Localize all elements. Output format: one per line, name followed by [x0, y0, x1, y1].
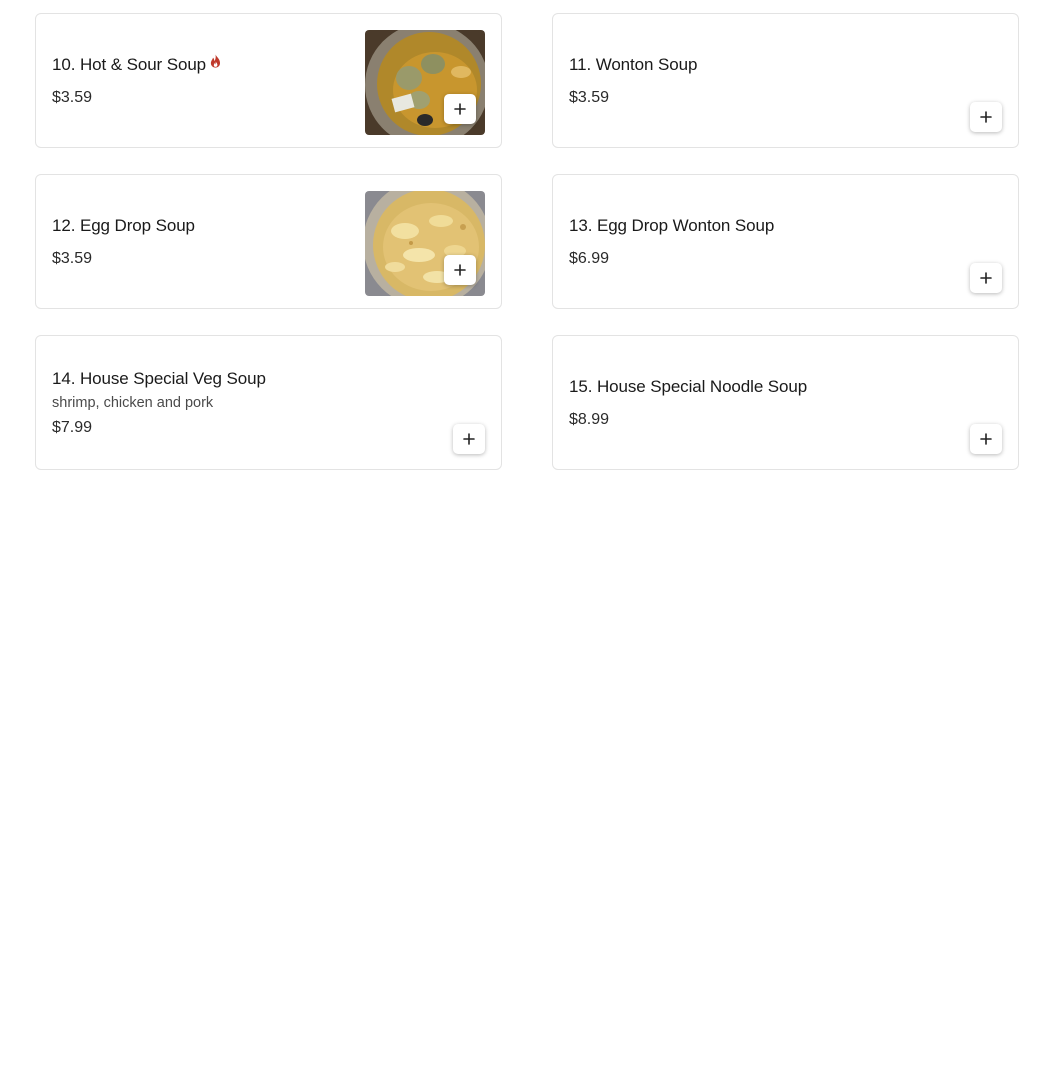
menu-item-description: shrimp, chicken and pork	[52, 394, 214, 411]
menu-item-info: 10. Hot & Sour Soup $3.59	[52, 14, 352, 147]
menu-item-card[interactable]: 11. Wonton Soup $3.59	[552, 13, 1019, 148]
menu-item-info: 14. House Special Veg Soup shrimp, chick…	[52, 336, 352, 469]
menu-item-info: 12. Egg Drop Soup $3.59	[52, 175, 352, 308]
menu-item-card[interactable]: 10. Hot & Sour Soup $3.59	[35, 13, 502, 148]
menu-item-info: 15. House Special Noodle Soup $8.99	[569, 336, 869, 469]
menu-item-name: 10. Hot & Sour Soup	[52, 54, 207, 74]
menu-item-name: 11. Wonton Soup	[569, 54, 698, 74]
plus-icon	[980, 433, 992, 445]
plus-icon	[454, 103, 466, 115]
menu-item-price: $3.59	[569, 88, 610, 106]
menu-item-price: $7.99	[52, 418, 93, 436]
add-to-cart-button[interactable]	[970, 263, 1002, 293]
plus-icon	[980, 272, 992, 284]
menu-item-price: $6.99	[569, 249, 610, 267]
plus-icon	[980, 111, 992, 123]
fire-icon	[210, 54, 221, 68]
menu-item-name: 13. Egg Drop Wonton Soup	[569, 215, 775, 235]
menu-item-price: $3.59	[52, 249, 93, 267]
menu-item-card[interactable]: 15. House Special Noodle Soup $8.99	[552, 335, 1019, 470]
plus-icon	[454, 264, 466, 276]
menu-item-card[interactable]: 14. House Special Veg Soup shrimp, chick…	[35, 335, 502, 470]
add-to-cart-button[interactable]	[444, 255, 476, 285]
add-to-cart-button[interactable]	[970, 102, 1002, 132]
menu-item-card[interactable]: 12. Egg Drop Soup $3.59	[35, 174, 502, 309]
menu-item-title: 10. Hot & Sour Soup	[52, 54, 352, 76]
plus-icon	[463, 433, 475, 445]
add-to-cart-button[interactable]	[444, 94, 476, 124]
menu-item-info: 11. Wonton Soup $3.59	[569, 14, 869, 147]
add-to-cart-button[interactable]	[453, 424, 485, 454]
menu-item-price: $3.59	[52, 88, 93, 106]
menu-item-price: $8.99	[569, 410, 610, 428]
menu-item-name: 14. House Special Veg Soup	[52, 368, 266, 388]
menu-item-name: 15. House Special Noodle Soup	[569, 376, 808, 396]
menu-item-info: 13. Egg Drop Wonton Soup $6.99	[569, 175, 869, 308]
add-to-cart-button[interactable]	[970, 424, 1002, 454]
menu-item-card[interactable]: 13. Egg Drop Wonton Soup $6.99	[552, 174, 1019, 309]
menu-item-name: 12. Egg Drop Soup	[52, 215, 195, 235]
